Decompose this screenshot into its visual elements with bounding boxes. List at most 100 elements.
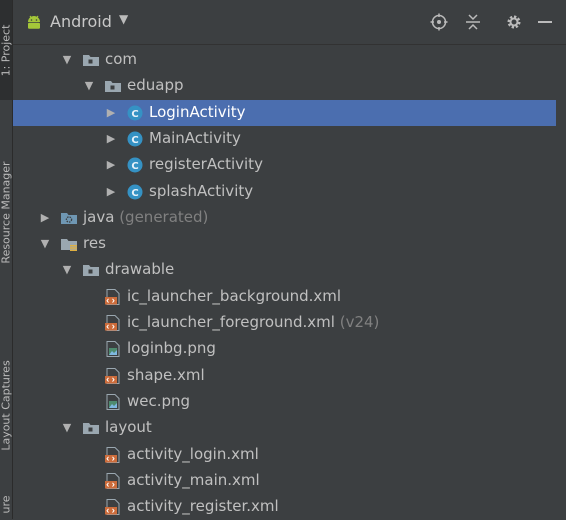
minimize-icon[interactable] [535, 12, 555, 32]
tree-row-label: MainActivity [149, 129, 241, 147]
expand-arrow-down-icon[interactable]: ▼ [61, 257, 73, 283]
triangle-down-icon[interactable]: ▼ [119, 12, 128, 26]
expand-arrow-down-icon[interactable]: ▼ [61, 47, 73, 73]
tree-row-name: LoginActivity [149, 102, 246, 121]
project-view-selector[interactable]: Android [50, 12, 112, 31]
tree-row[interactable]: ▼ res [13, 231, 562, 257]
xml-icon [104, 315, 122, 331]
expand-arrow-down-icon[interactable]: ▼ [83, 73, 95, 99]
tree-row-label: ic_launcher_foreground.xml (v24) [127, 313, 379, 331]
tree-row[interactable]: ▼ drawable [13, 257, 562, 283]
target-icon[interactable] [429, 12, 449, 32]
tree-row[interactable]: shape.xml [13, 363, 562, 389]
tree-row[interactable]: ▼ layout [13, 415, 562, 441]
tree-row[interactable]: wec.png [13, 389, 562, 415]
tree-row-label: wec.png [127, 392, 190, 410]
class-icon: C [126, 131, 144, 147]
res-folder-icon [60, 236, 78, 252]
expand-arrow-right-icon[interactable]: ▶ [39, 205, 51, 231]
project-tool-tab[interactable]: 1: Project [0, 0, 13, 100]
generated-folder-icon [60, 210, 78, 226]
tree-row-name: activity_main.xml [127, 470, 260, 489]
tree-row-label: com [105, 50, 137, 68]
class-icon: C [126, 105, 144, 121]
tree-row-name: eduapp [127, 76, 184, 95]
folder-icon [82, 420, 100, 436]
tree-row[interactable]: ▶ C LoginActivity [13, 99, 562, 126]
tree-row-name: com [105, 50, 138, 68]
tree-row-label: activity_register.xml [127, 497, 279, 515]
tree-row-label: registerActivity [149, 155, 263, 173]
tree-row[interactable]: ▶ C MainActivity [13, 126, 562, 152]
expand-arrow-right-icon[interactable]: ▶ [105, 100, 117, 126]
tree-row-label: ic_launcher_background.xml [127, 287, 341, 305]
tree-row[interactable]: ▶ java (generated) [13, 205, 562, 231]
collapse-icon[interactable] [463, 12, 483, 32]
tree-row[interactable]: ic_launcher_foreground.xml (v24) [13, 310, 562, 336]
tree-row[interactable]: loginbg.png [13, 336, 562, 362]
layout-captures-tool-tab-label: Layout Captures [0, 359, 13, 451]
tree-row-label: LoginActivity [149, 103, 246, 121]
svg-text:C: C [131, 161, 138, 172]
package-icon [104, 78, 122, 94]
tree-row-name: activity_register.xml [127, 497, 279, 516]
folder-icon [82, 262, 100, 278]
class-icon: C [126, 184, 144, 200]
tree-row-name: MainActivity [149, 128, 241, 147]
tree-row-name: res [83, 234, 106, 253]
android-icon [28, 15, 40, 29]
tree-row-label: activity_login.xml [127, 445, 259, 463]
tree-row[interactable]: ▼ com [13, 47, 562, 73]
project-tool-tab-label: 1: Project [0, 24, 13, 76]
xml-icon [104, 367, 122, 384]
structure-tool-tab[interactable]: ure [0, 490, 13, 519]
structure-tool-tab-label: ure [0, 495, 13, 514]
tree-row-name: loginbg.png [127, 339, 216, 358]
tree-row-name: drawable [105, 260, 175, 279]
class-icon: C [126, 157, 144, 173]
tree-row-name: splashActivity [149, 181, 254, 200]
tree-row-label: java (generated) [83, 208, 208, 226]
expand-arrow-down-icon[interactable]: ▼ [39, 231, 51, 257]
resource-manager-tool-tab[interactable]: Resource Manager [0, 140, 13, 285]
tree-row[interactable]: activity_login.xml [13, 442, 562, 468]
tree-row-name: java [83, 207, 115, 226]
tree-row-label: splashActivity [149, 182, 253, 200]
gear-icon[interactable] [504, 12, 524, 32]
tree-row-label: shape.xml [127, 366, 205, 384]
tree-row-label: loginbg.png [127, 339, 216, 357]
tree-row[interactable]: ▼ eduapp [13, 73, 562, 99]
tree-row[interactable]: activity_main.xml [13, 468, 562, 494]
expand-arrow-right-icon[interactable]: ▶ [105, 126, 117, 152]
tree-row-suffix: (generated) [114, 207, 209, 226]
tree-row-name: registerActivity [149, 155, 263, 174]
tree-scrollbar[interactable] [556, 45, 564, 519]
svg-text:C: C [131, 109, 138, 120]
expand-arrow-down-icon[interactable]: ▼ [61, 415, 73, 441]
svg-text:C: C [131, 135, 138, 146]
project-view-header: Android ▼ [13, 0, 566, 45]
tree-row[interactable]: ▶ CsplashActivity [13, 179, 562, 205]
tree-row-name: ic_launcher_background.xml [127, 286, 342, 305]
tree-row-label: eduapp [127, 76, 184, 94]
tree-row-label: drawable [105, 260, 174, 278]
tree-row-label: res [83, 234, 106, 252]
tree-row[interactable]: ▶ CregisterActivity [13, 152, 562, 178]
tree-row-name: wec.png [127, 391, 191, 410]
tree-row[interactable]: ic_launcher_background.xml [13, 284, 562, 310]
image-icon [104, 393, 122, 410]
image-icon [104, 341, 122, 358]
xml-icon [104, 499, 122, 516]
resource-manager-tool-tab-label: Resource Manager [0, 161, 13, 264]
tree-row-name: ic_launcher_foreground.xml [127, 313, 335, 331]
xml-icon [104, 472, 122, 489]
expand-arrow-right-icon[interactable]: ▶ [105, 179, 117, 205]
tree-row-label: layout [105, 418, 152, 436]
tool-window-strip: 1: Project Resource Manager Layout Captu… [0, 0, 13, 519]
layout-captures-tool-tab[interactable]: Layout Captures [0, 340, 13, 470]
package-icon [82, 52, 100, 68]
xml-icon [104, 288, 122, 305]
expand-arrow-right-icon[interactable]: ▶ [105, 152, 117, 178]
project-tree: ▼ com ▼ eduapp ▶ C LoginActivity ▶ C MainActivity… [13, 45, 562, 519]
tree-row[interactable]: activity_register.xml [13, 494, 562, 520]
